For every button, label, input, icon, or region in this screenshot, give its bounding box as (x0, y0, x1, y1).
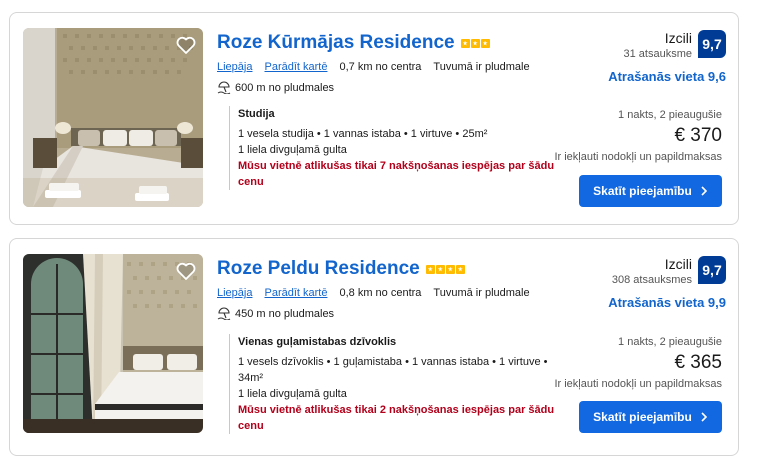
beach-umbrella-icon (217, 307, 231, 320)
score-badge: 9,7 (698, 30, 726, 58)
stay-info: 1 nakts, 2 pieaugušie (618, 336, 722, 348)
score-word: Izcili (664, 256, 692, 272)
star-icon (425, 264, 435, 274)
save-favorite-button[interactable] (175, 34, 197, 56)
beach-distance-row: 450 m no pludmales (217, 307, 334, 320)
title-row: Roze Kūrmājas Residence (217, 32, 490, 54)
distance-from-center: 0,8 km no centra (339, 287, 422, 299)
city-link[interactable]: Liepāja (217, 287, 252, 299)
button-label: Skatīt pieejamību (593, 410, 692, 424)
property-title-link[interactable]: Roze Peldu Residence (217, 258, 420, 280)
price-block: 1 nakts, 2 pieaugušie € 365 Ir iekļauti … (554, 336, 722, 390)
bed-info: 1 liela divguļamā gulta (238, 388, 347, 400)
location-score: Atrašanās vieta 9,6 (608, 69, 726, 84)
beach-distance-row: 600 m no pludmales (217, 81, 334, 94)
star-icon (470, 38, 480, 48)
taxes-note: Ir iekļauti nodokļi un papildmaksas (554, 378, 722, 390)
property-card: Roze Peldu Residence Liepāja Parādīt kar… (9, 238, 739, 456)
property-photo[interactable] (23, 254, 203, 433)
beach-distance: 450 m no pludmales (235, 307, 335, 320)
location-score: Atrašanās vieta 9,9 (608, 295, 726, 310)
room-name: Studija (238, 108, 275, 120)
property-photo[interactable] (23, 28, 203, 207)
chevron-right-icon (701, 412, 707, 422)
distance-from-center: 0,7 km no centra (339, 61, 422, 73)
price-block: 1 nakts, 2 pieaugušie € 370 Ir iekļauti … (554, 109, 722, 163)
show-on-map-link[interactable]: Parādīt kartē (264, 61, 327, 73)
city-link[interactable]: Liepāja (217, 61, 252, 73)
room-details: 1 vesels dzīvoklis • 1 guļamistaba • 1 v… (238, 356, 548, 384)
save-favorite-button[interactable] (175, 260, 197, 282)
beach-umbrella-icon (217, 81, 231, 94)
see-availability-button[interactable]: Skatīt pieejamību (579, 401, 722, 433)
star-rating (460, 38, 490, 48)
title-row: Roze Peldu Residence (217, 258, 465, 280)
review-score[interactable]: Izcili 31 atsauksme 9,7 (624, 30, 726, 60)
property-card: Roze Kūrmājas Residence Liepāja Parādīt … (9, 12, 739, 225)
star-icon (480, 38, 490, 48)
score-word: Izcili (664, 30, 692, 46)
price: € 370 (674, 125, 722, 146)
taxes-note: Ir iekļauti nodokļi un papildmaksas (554, 151, 722, 163)
heart-icon (176, 262, 196, 280)
star-icon (460, 38, 470, 48)
show-on-map-link[interactable]: Parādīt kartē (264, 287, 327, 299)
price: € 365 (674, 352, 722, 373)
bed-info: 1 liela divguļamā gulta (238, 144, 347, 156)
see-availability-button[interactable]: Skatīt pieejamību (579, 175, 722, 207)
star-icon (435, 264, 445, 274)
button-label: Skatīt pieejamību (593, 184, 692, 198)
beach-nearby-label: Tuvumā ir pludmale (433, 61, 530, 73)
location-row: Liepāja Parādīt kartē 0,7 km no centra T… (217, 61, 530, 73)
review-count: 31 atsauksme (623, 48, 692, 60)
room-name: Vienas guļamistabas dzīvoklis (238, 336, 397, 348)
scarcity-warning: Mūsu vietnē atlikušas tikai 2 nakšņošana… (238, 404, 555, 432)
location-row: Liepāja Parādīt kartē 0,8 km no centra T… (217, 287, 530, 299)
beach-nearby-label: Tuvumā ir pludmale (433, 287, 530, 299)
room-info: Vienas guļamistabas dzīvoklis 1 vesels d… (229, 334, 556, 434)
property-title-link[interactable]: Roze Kūrmājas Residence (217, 32, 455, 54)
review-count: 308 atsauksmes (611, 274, 692, 286)
score-badge: 9,7 (698, 256, 726, 284)
star-icon (445, 264, 455, 274)
room-details: 1 vesela studija • 1 vannas istaba • 1 v… (238, 128, 488, 140)
review-score[interactable]: Izcili 308 atsauksmes 9,7 (612, 256, 726, 286)
chevron-right-icon (701, 186, 707, 196)
heart-icon (176, 36, 196, 54)
beach-distance: 600 m no pludmales (235, 81, 335, 94)
stay-info: 1 nakts, 2 pieaugušie (618, 109, 722, 121)
scarcity-warning: Mūsu vietnē atlikušas tikai 7 nakšņošana… (238, 160, 555, 188)
star-rating (425, 264, 465, 274)
room-info: Studija 1 vesela studija • 1 vannas ista… (229, 106, 556, 190)
star-icon (455, 264, 465, 274)
